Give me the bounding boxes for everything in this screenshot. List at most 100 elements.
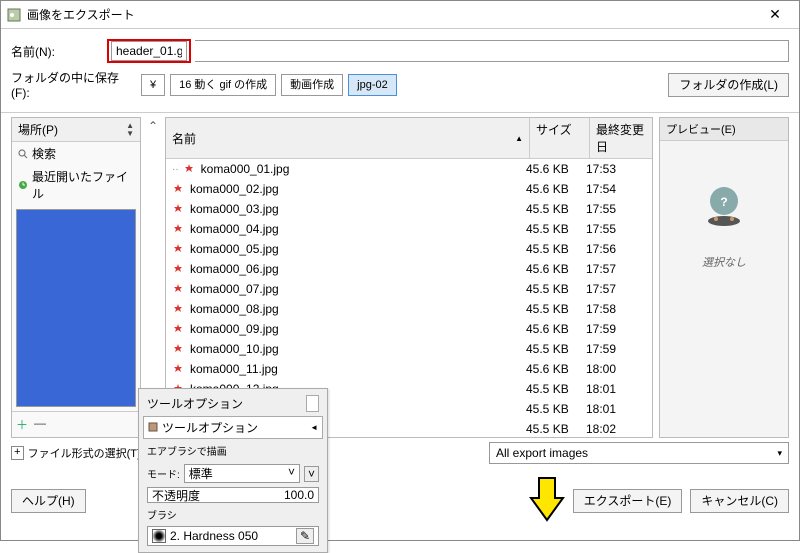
brush-edit-icon[interactable]: ✎ [296,528,314,544]
file-icon [172,263,186,275]
search-icon [18,149,28,159]
expand-filetype-icon[interactable]: + [11,446,24,460]
file-name: koma000_03.jpg [190,202,526,216]
brush-selector[interactable]: 2. Hardness 050 ✎ [147,526,319,546]
file-size: 45.5 KB [526,302,586,316]
clock-icon [18,180,28,190]
table-row[interactable]: koma000_10.jpg45.5 KB17:59 [166,339,652,359]
opacity-slider[interactable]: 不透明度 100.0 [147,487,319,503]
save-in-folder-row: フォルダの中に保存(F): ¥ 16 動く gif の作成 動画作成 jpg-0… [1,69,799,108]
table-row[interactable]: koma000_07.jpg45.5 KB17:57 [166,279,652,299]
table-row[interactable]: koma000_03.jpg45.5 KB17:55 [166,199,652,219]
filetype-row: + ファイル形式の選択(T) 情報による All export images ▾ [1,438,799,468]
path-segment-2[interactable]: 動画作成 [281,74,343,96]
action-row: ヘルプ(H) エクスポート(E) キャンセル(C) [1,468,799,540]
path-segment-1[interactable]: 16 動く gif の作成 [170,74,276,96]
file-date: 17:55 [586,202,646,216]
file-date: 18:02 [586,422,646,436]
file-name: koma000_07.jpg [190,282,526,296]
file-size: 45.6 KB [526,322,586,336]
path-segment-root[interactable]: ¥ [141,74,165,96]
create-folder-button[interactable]: フォルダの作成(L) [668,73,789,97]
table-row[interactable]: koma000_11.jpg45.6 KB18:00 [166,359,652,379]
file-icon [172,303,186,315]
filename-input[interactable] [111,41,187,61]
file-date: 17:57 [586,262,646,276]
file-size: 45.5 KB [526,242,586,256]
main-area: 場所(P) ▲▼ 検索 最近開いたファイル ＋ — ⌃ ⌄ [1,117,799,438]
export-button[interactable]: エクスポート(E) [573,489,683,513]
panel-close-icon[interactable] [306,395,319,412]
mode-select[interactable]: 標準 ˅ [184,464,300,483]
tool-options-panel[interactable]: ツールオプション ツールオプション ◄ エアブラシで描画 モード: 標準 ˅ ˅… [138,388,328,553]
mode-extra-button[interactable]: ˅ [304,466,319,482]
file-size: 45.5 KB [526,222,586,236]
file-size: 45.5 KB [526,202,586,216]
preview-panel: プレビュー(E) ? 選択なし [659,117,789,438]
table-row[interactable]: ··koma000_01.jpg45.6 KB17:53 [166,159,652,179]
table-row[interactable]: koma000_05.jpg45.5 KB17:56 [166,239,652,259]
places-item-search[interactable]: 検索 [12,142,140,165]
preview-placeholder-icon: ? [699,181,749,234]
file-date: 17:59 [586,342,646,356]
places-header[interactable]: 場所(P) ▲▼ [12,118,140,142]
file-date: 17:56 [586,242,646,256]
save-in-folder-label: フォルダの中に保存(F): [11,69,136,100]
help-button[interactable]: ヘルプ(H) [11,489,86,513]
file-icon [172,283,186,295]
file-size: 45.6 KB [526,262,586,276]
file-name: koma000_11.jpg [190,362,526,376]
titlebar: 画像をエクスポート ✕ [1,1,799,29]
thumbnail-preview [16,209,136,407]
tool-icon [148,421,158,435]
file-name: koma000_06.jpg [190,262,526,276]
file-icon [172,223,186,235]
no-selection-label: 選択なし [702,254,746,270]
airbrush-label: エアブラシで描画 [147,443,227,458]
header-name[interactable]: 名前 ▲ [166,118,530,158]
places-add-button[interactable]: ＋ [16,416,28,433]
cancel-button[interactable]: キャンセル(C) [690,489,789,513]
places-remove-button[interactable]: — [34,416,46,433]
table-row[interactable]: koma000_04.jpg45.5 KB17:55 [166,219,652,239]
chevron-down-icon: ▾ [777,448,782,459]
chevron-down-icon: ˅ [288,465,295,482]
sort-asc-icon: ▲ [515,134,523,143]
filename-label: 名前(N): [11,43,101,60]
file-icon [172,323,186,335]
places-item-recent[interactable]: 最近開いたファイル [12,165,140,205]
filename-input-extension[interactable] [195,40,789,62]
table-row[interactable]: koma000_09.jpg45.6 KB17:59 [166,319,652,339]
file-name: koma000_08.jpg [190,302,526,316]
file-date: 18:01 [586,382,646,396]
header-size[interactable]: サイズ [530,118,590,158]
export-filter-dropdown[interactable]: All export images ▾ [489,442,789,464]
callout-arrow-icon [521,476,565,526]
table-row[interactable]: koma000_02.jpg45.6 KB17:54 [166,179,652,199]
file-name: koma000_02.jpg [190,182,526,196]
table-row[interactable]: koma000_06.jpg45.6 KB17:57 [166,259,652,279]
file-icon [183,163,197,175]
preview-header: プレビュー(E) [660,118,788,141]
path-segment-3[interactable]: jpg-02 [348,74,397,96]
file-name: koma000_04.jpg [190,222,526,236]
scroll-up-icon[interactable]: ⌃ [147,119,159,133]
file-name: koma000_10.jpg [190,342,526,356]
svg-text:?: ? [720,195,727,209]
header-date[interactable]: 最終変更日 [590,118,652,158]
file-date: 18:01 [586,402,646,416]
file-icon [172,363,186,375]
file-icon [172,243,186,255]
close-button[interactable]: ✕ [757,4,793,26]
file-date: 17:57 [586,282,646,296]
file-list-header: 名前 ▲ サイズ 最終変更日 [166,118,652,159]
file-size: 45.6 KB [526,362,586,376]
brush-label: ブラシ [147,507,177,522]
file-size: 45.6 KB [526,162,586,176]
panel-arrow-left-icon[interactable]: ◄ [310,423,318,432]
table-row[interactable]: koma000_08.jpg45.5 KB17:58 [166,299,652,319]
filename-row: 名前(N): [1,29,799,69]
prefix-icon: ·· [172,164,179,175]
file-icon [172,183,186,195]
file-size: 45.5 KB [526,402,586,416]
